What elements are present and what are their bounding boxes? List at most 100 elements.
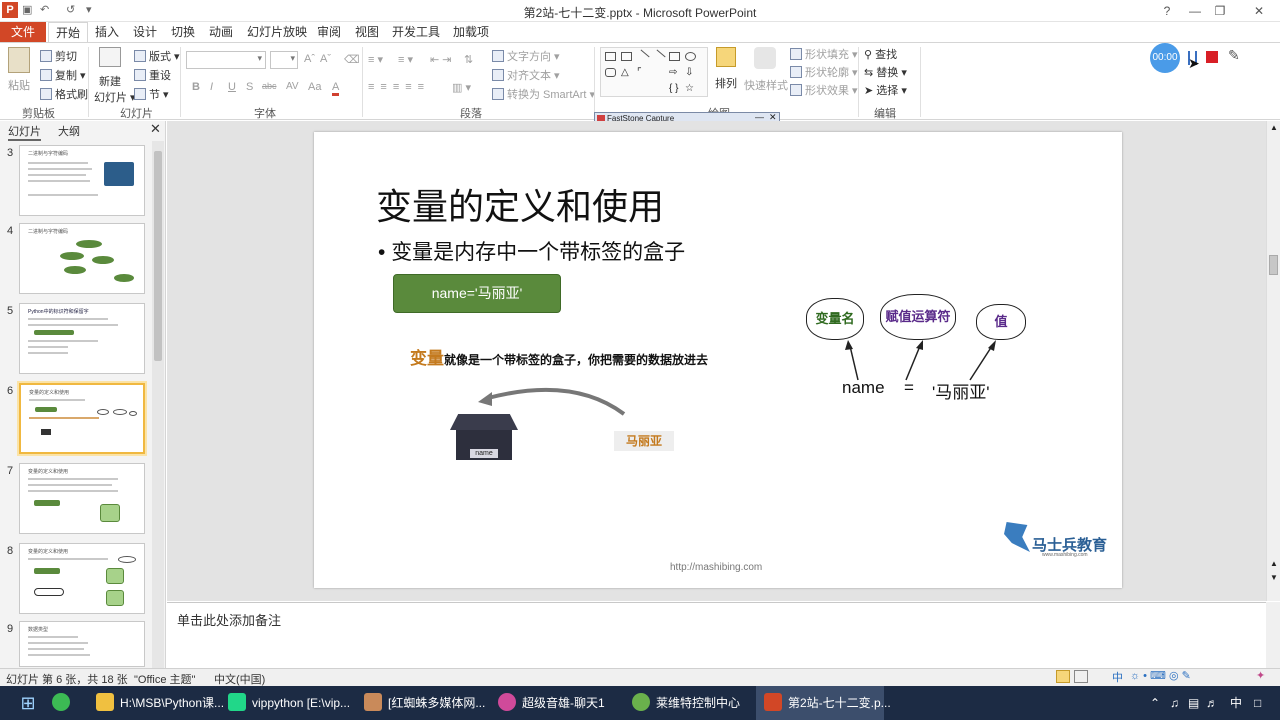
taskbar-item-explorer[interactable]: H:\MSB\Python课... xyxy=(88,686,224,720)
rounded-rect-shape-icon[interactable] xyxy=(605,68,616,77)
section-button[interactable]: 节 ▾ xyxy=(134,86,169,102)
notes-scrollbar[interactable] xyxy=(1266,602,1280,668)
slide-bullet[interactable]: • 变量是内存中一个带标签的盒子 xyxy=(378,236,685,266)
align-text-button[interactable]: 对齐文本 ▾ xyxy=(492,67,560,83)
name-assignment-box[interactable]: name='马丽亚' xyxy=(393,274,561,313)
arrange-button[interactable]: 排列 xyxy=(714,47,738,91)
help-icon[interactable]: ? xyxy=(1152,2,1182,20)
slide-sorter-icon[interactable] xyxy=(1074,670,1088,683)
tab-transitions[interactable]: 切换 xyxy=(166,22,200,42)
show-desktop-icon[interactable]: □ xyxy=(1254,686,1261,720)
slide-title[interactable]: 变量的定义和使用 xyxy=(376,178,664,230)
cut-button[interactable]: 剪切 xyxy=(40,48,77,64)
text-direction-button[interactable]: 文字方向 ▾ xyxy=(492,48,560,64)
scroll-thumb[interactable] xyxy=(1269,255,1278,275)
font-color-button[interactable]: A xyxy=(332,81,340,96)
find-button[interactable]: ⚲ 查找 xyxy=(864,46,897,62)
normal-view-icon[interactable] xyxy=(1056,670,1070,683)
volume-icon[interactable]: ♫ xyxy=(1170,686,1179,720)
ime-toolbar-icon[interactable]: ☼ • ⌨ ◎ ✎ xyxy=(1130,669,1191,682)
slide-thumbnail[interactable]: Python中的标识符和保留字 xyxy=(19,303,145,374)
line-shape-icon[interactable] xyxy=(651,49,666,64)
quick-styles-button[interactable]: 快速样式 xyxy=(744,47,788,93)
shape-outline-button[interactable]: 形状轮廓 ▾ xyxy=(790,64,858,80)
recorder-timer[interactable]: 00:00 xyxy=(1150,43,1180,73)
tab-file[interactable]: 文件 xyxy=(0,22,46,42)
increase-font-size-button[interactable]: Aˆ xyxy=(304,53,315,65)
replace-button[interactable]: ⇆ 替换 ▾ xyxy=(864,64,907,80)
arrow-right-shape-icon[interactable]: ⇨ xyxy=(669,68,680,78)
stop-icon[interactable] xyxy=(1206,51,1218,63)
tab-home[interactable]: 开始 xyxy=(48,22,88,42)
textbox-shape-icon[interactable] xyxy=(605,52,616,61)
ime-indicator[interactable]: 中 xyxy=(1230,686,1242,720)
slide-canvas[interactable]: 变量的定义和使用 • 变量是内存中一个带标签的盒子 name='马丽亚' 变量就… xyxy=(314,132,1122,588)
equation-equals[interactable]: = xyxy=(904,378,914,398)
star-shape-icon[interactable]: ☆ xyxy=(685,84,696,94)
connector-shape-icon[interactable]: ⌜ xyxy=(637,68,648,78)
cloud-variable-name[interactable]: 变量名 xyxy=(806,298,864,340)
cloud-value[interactable]: 值 xyxy=(976,304,1026,340)
next-slide-icon[interactable]: ▼ xyxy=(1270,573,1278,582)
tab-slides-panel[interactable]: 幻灯片 xyxy=(8,123,41,141)
speaker-icon[interactable]: ♬ xyxy=(1206,686,1218,720)
layout-button[interactable]: 版式 ▾ xyxy=(134,48,180,64)
slide-thumbnail[interactable]: 变量的定义和使用 xyxy=(19,463,145,534)
decrease-font-size-button[interactable]: Aˇ xyxy=(320,53,331,65)
clear-formatting-button[interactable]: ⌫ xyxy=(344,53,360,66)
shape-effects-button[interactable]: 形状效果 ▾ xyxy=(790,82,858,98)
tab-design[interactable]: 设计 xyxy=(128,22,162,42)
tray-chevron-icon[interactable]: ⌃ xyxy=(1150,686,1160,720)
paste-button[interactable]: 粘贴 xyxy=(6,47,32,93)
network-icon[interactable]: ▤ xyxy=(1188,686,1199,720)
slide-caption[interactable]: 变量就像是一个带标签的盒子，你把需要的数据放进去 xyxy=(410,344,708,369)
pen-icon[interactable]: ✎ xyxy=(1228,47,1240,64)
brace-shape-icon[interactable]: { } xyxy=(669,84,680,94)
font-size-select[interactable]: ▾ xyxy=(270,51,298,69)
arrow-down-shape-icon[interactable]: ⇩ xyxy=(685,68,696,78)
language-indicator[interactable]: 中文(中国) xyxy=(214,671,265,687)
fit-window-icon[interactable]: ✦ xyxy=(1256,669,1265,682)
slide-thumbnail[interactable]: 二进制与字符编码 xyxy=(19,145,145,216)
format-painter-button[interactable]: 格式刷 xyxy=(40,86,88,102)
close-button[interactable]: ✕ xyxy=(1244,2,1274,20)
panel-scrollbar[interactable] xyxy=(152,141,164,668)
bold-button[interactable]: B xyxy=(192,81,200,93)
columns-button[interactable]: ▥ ▾ xyxy=(452,81,471,94)
cloud-assignment-operator[interactable]: 赋值运算符 xyxy=(880,294,956,340)
new-slide-button[interactable]: 新建 幻灯片 ▾ xyxy=(94,47,136,105)
notes-placeholder[interactable]: 单击此处添加备注 xyxy=(177,610,281,629)
equation-name[interactable]: name xyxy=(842,378,885,398)
notes-pane[interactable]: 单击此处添加备注 xyxy=(167,602,1266,668)
indent-buttons[interactable]: ⇤ ⇥ xyxy=(430,53,452,66)
taskbar-item-control[interactable]: 莱维特控制中心 xyxy=(624,686,748,720)
tab-developer[interactable]: 开发工具 xyxy=(390,22,442,42)
close-panel-icon[interactable]: ✕ xyxy=(150,121,161,137)
taskbar-item-powerpoint[interactable]: 第2站-七十二变.p... xyxy=(756,686,891,720)
equation-value[interactable]: '马丽亚' xyxy=(932,378,990,403)
taskbar-item-chat[interactable]: 超级音雄-聊天1 xyxy=(490,686,614,720)
slide-thumbnail[interactable]: 变量的定义和使用 xyxy=(19,543,145,614)
previous-slide-icon[interactable]: ▲ xyxy=(1270,559,1278,568)
tab-insert[interactable]: 插入 xyxy=(90,22,124,42)
char-spacing-button[interactable]: AV xyxy=(286,81,299,92)
change-case-button[interactable]: Aa xyxy=(308,81,321,93)
taskbar-item-redspider[interactable]: [红蜘蛛多媒体网... xyxy=(356,686,485,720)
value-tag[interactable]: 马丽亚 xyxy=(614,431,674,451)
tab-addins[interactable]: 加载项 xyxy=(448,22,494,42)
browser-taskbar-icon[interactable] xyxy=(52,686,76,720)
tab-review[interactable]: 审阅 xyxy=(312,22,346,42)
tab-view[interactable]: 视图 xyxy=(350,22,384,42)
shape-fill-button[interactable]: 形状填充 ▾ xyxy=(790,46,858,62)
slide-thumbnail-selected[interactable]: 变量的定义和使用 xyxy=(19,383,145,454)
taskbar-item-pycharm[interactable]: vippython [E:\vip... xyxy=(220,686,350,720)
shadow-button[interactable]: S xyxy=(246,81,253,93)
triangle-shape-icon[interactable]: △ xyxy=(621,68,632,78)
numbering-button[interactable]: ≡ ▾ xyxy=(398,53,413,66)
italic-button[interactable]: I xyxy=(210,81,213,93)
rectangle-shape-icon[interactable] xyxy=(669,52,680,61)
tab-outline-panel[interactable]: 大纲 xyxy=(58,123,80,139)
align-buttons[interactable]: ≡≡≡≡≡ xyxy=(368,81,430,93)
font-family-select[interactable]: ▾ xyxy=(186,51,266,69)
ime-language-icon[interactable]: 中 xyxy=(1112,669,1123,685)
